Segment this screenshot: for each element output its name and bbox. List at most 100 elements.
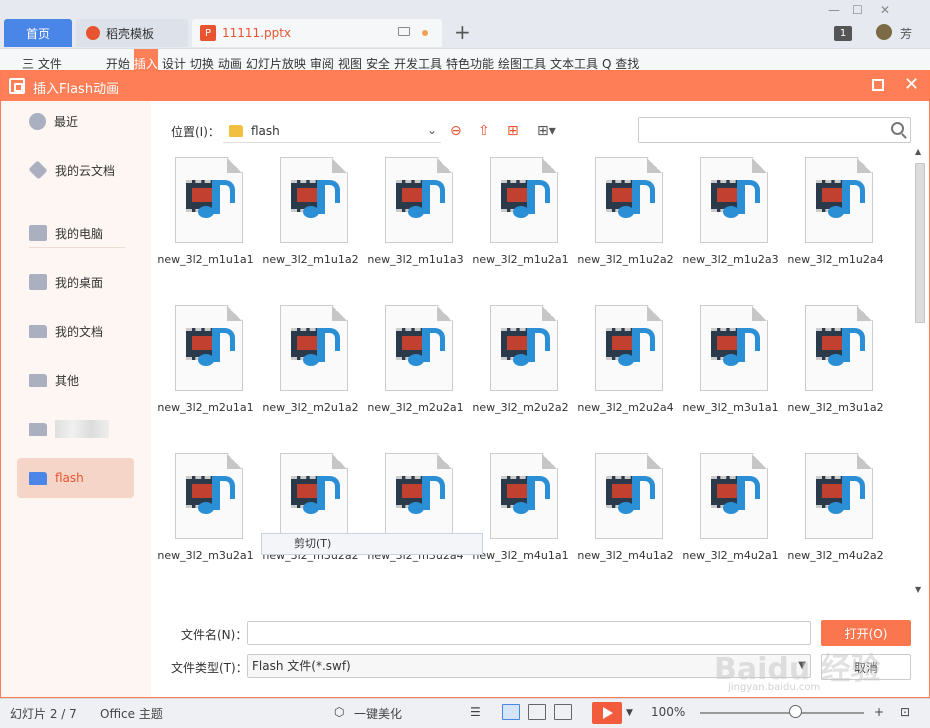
tab-home[interactable]: 首页 [4,19,72,47]
zoom-slider[interactable] [700,712,864,714]
file-item[interactable]: new_3l2_m3u2a4 [363,449,468,597]
file-item[interactable]: new_3l2_m2u1a1 [153,301,258,449]
sidebar-item-最近[interactable]: 最近 [17,101,134,141]
filename-input[interactable] [248,622,788,644]
ribbon-item[interactable]: 文本工具 [550,49,598,70]
slide-info[interactable]: 幻灯片 2 / 7 [10,705,77,722]
file-item[interactable]: new_3l2_m1u1a2 [258,153,363,301]
ribbon-item[interactable]: 绘图工具 [498,49,546,70]
scroll-down-icon[interactable]: ▼ [915,585,921,594]
user-name[interactable]: 芳 [900,25,912,42]
play-slideshow-button[interactable] [592,702,622,724]
up-folder-icon[interactable]: ⇧ [478,123,490,139]
status-bar: 幻灯片 2 / 7 Office 主题 ⬡ 一键美化 ☰ ▼ 100% — + … [0,698,930,728]
ribbon-item[interactable]: 三 文件 [22,49,62,70]
maximize-window-icon[interactable]: ☐ [852,3,863,17]
sidebar-item-label: 我的云文档 [55,163,116,178]
new-folder-icon[interactable]: ⊞ [507,123,519,139]
theme-name[interactable]: Office 主题 [100,705,163,722]
sidebar-item-flash[interactable]: flash [17,458,134,498]
beautify-button[interactable]: 一键美化 [354,705,402,722]
tab-document[interactable]: P 11111.pptx [192,19,442,47]
scroll-thumb[interactable] [915,163,925,323]
file-item[interactable]: new_3l2_m1u2a2 [573,153,678,301]
search-input[interactable] [639,118,879,142]
file-name: new_3l2_m2u1a1 [157,401,254,414]
back-icon[interactable]: ⊖ [450,123,462,139]
zoom-in-icon[interactable]: + [874,705,884,719]
ribbon-item[interactable]: 开发工具 [394,49,442,70]
file-item[interactable]: new_3l2_m4u1a2 [573,449,678,597]
ribbon-item[interactable]: Q 查找 [602,49,639,70]
file-item[interactable]: new_3l2_m4u2a1 [678,449,783,597]
file-item[interactable]: new_3l2_m4u2a2 [783,449,888,597]
search-field[interactable] [638,117,911,143]
sidebar-item-我的电脑[interactable]: 我的电脑 [17,213,134,253]
filename-field[interactable] [247,621,811,645]
file-item[interactable]: new_3l2_m2u2a2 [468,301,573,449]
sidebar-item-我的文档[interactable]: 我的文档 [17,311,134,351]
new-tab-button[interactable]: + [454,22,471,42]
flash-file-icon [175,453,243,539]
sidebar-item-我的云文档[interactable]: 我的云文档 [17,150,134,190]
ribbon-item[interactable]: 视图 [338,49,362,70]
open-button[interactable]: 打开(O) [821,620,911,646]
flash-file-icon [595,453,663,539]
zoom-slider-handle[interactable] [789,705,802,718]
ribbon-item[interactable]: 设计 [162,49,186,70]
ribbon-item[interactable]: 插入 [133,49,158,70]
file-name: new_3l2_m1u1a3 [367,253,464,266]
ribbon-item[interactable]: 特色功能 [446,49,494,70]
tab-template[interactable]: 稻壳模板 [76,19,188,47]
sidebar-item-label: 我的文档 [55,324,104,339]
sidebar-item-我的桌面[interactable]: 我的桌面 [17,262,134,302]
ribbon-item[interactable]: 开始 [106,49,130,70]
sidebar-item-hidden[interactable] [17,409,134,449]
sidebar-item-其他[interactable]: 其他 [17,360,134,400]
flash-file-icon [385,305,453,391]
ribbon-item[interactable]: 切换 [190,49,214,70]
ribbon-item[interactable]: 动画 [218,49,242,70]
reading-view-icon[interactable] [554,704,572,720]
music-note-icon [303,476,340,514]
context-menu-cut[interactable]: 剪切(T) [261,533,483,555]
file-item[interactable]: new_3l2_m2u1a2 [258,301,363,449]
file-item[interactable]: new_3l2_m3u2a1 [153,449,258,597]
fit-window-icon[interactable]: ⊡ [900,705,910,719]
ribbon-item[interactable]: 安全 [366,49,390,70]
vertical-scrollbar[interactable]: ▲ ▼ [913,147,927,597]
file-item[interactable]: new_3l2_m2u2a4 [573,301,678,449]
file-item[interactable]: new_3l2_m4u1a1 [468,449,573,597]
view-mode-icon[interactable]: ⊞▾ [537,123,556,139]
location-select[interactable]: flash ⌄ [223,119,441,143]
close-icon[interactable]: ✕ [904,74,919,96]
avatar[interactable] [876,24,892,40]
file-item[interactable]: new_3l2_m1u2a3 [678,153,783,301]
notes-icon[interactable]: ☰ [470,705,481,719]
play-menu-chevron-icon[interactable]: ▼ [626,708,633,718]
slide-sorter-icon[interactable] [528,704,546,720]
file-item[interactable]: new_3l2_m1u2a1 [468,153,573,301]
zoom-level[interactable]: 100% [651,705,685,719]
maximize-icon[interactable] [872,79,884,91]
normal-view-icon[interactable] [502,704,520,720]
music-note-icon [513,180,550,218]
file-item[interactable]: new_3l2_m2u2a1 [363,301,468,449]
close-window-icon[interactable]: ✕ [880,3,890,17]
file-item[interactable]: new_3l2_m3u2a2 [258,449,363,597]
minimize-window-icon[interactable]: — [828,3,840,17]
file-item[interactable]: new_3l2_m1u1a3 [363,153,468,301]
ribbon-item[interactable]: 幻灯片放映 [246,49,306,70]
file-name: new_3l2_m4u2a2 [787,549,884,562]
file-item[interactable]: new_3l2_m1u1a1 [153,153,258,301]
file-name: new_3l2_m4u2a1 [682,549,779,562]
ribbon-item[interactable]: 审阅 [310,49,334,70]
scroll-up-icon[interactable]: ▲ [915,147,921,156]
flash-file-icon [385,157,453,243]
file-item[interactable]: new_3l2_m3u1a1 [678,301,783,449]
file-item[interactable]: new_3l2_m1u2a4 [783,153,888,301]
monitor-icon[interactable] [398,27,410,36]
desktop-icon [29,274,47,290]
search-icon[interactable] [891,122,904,135]
file-item[interactable]: new_3l2_m3u1a2 [783,301,888,449]
